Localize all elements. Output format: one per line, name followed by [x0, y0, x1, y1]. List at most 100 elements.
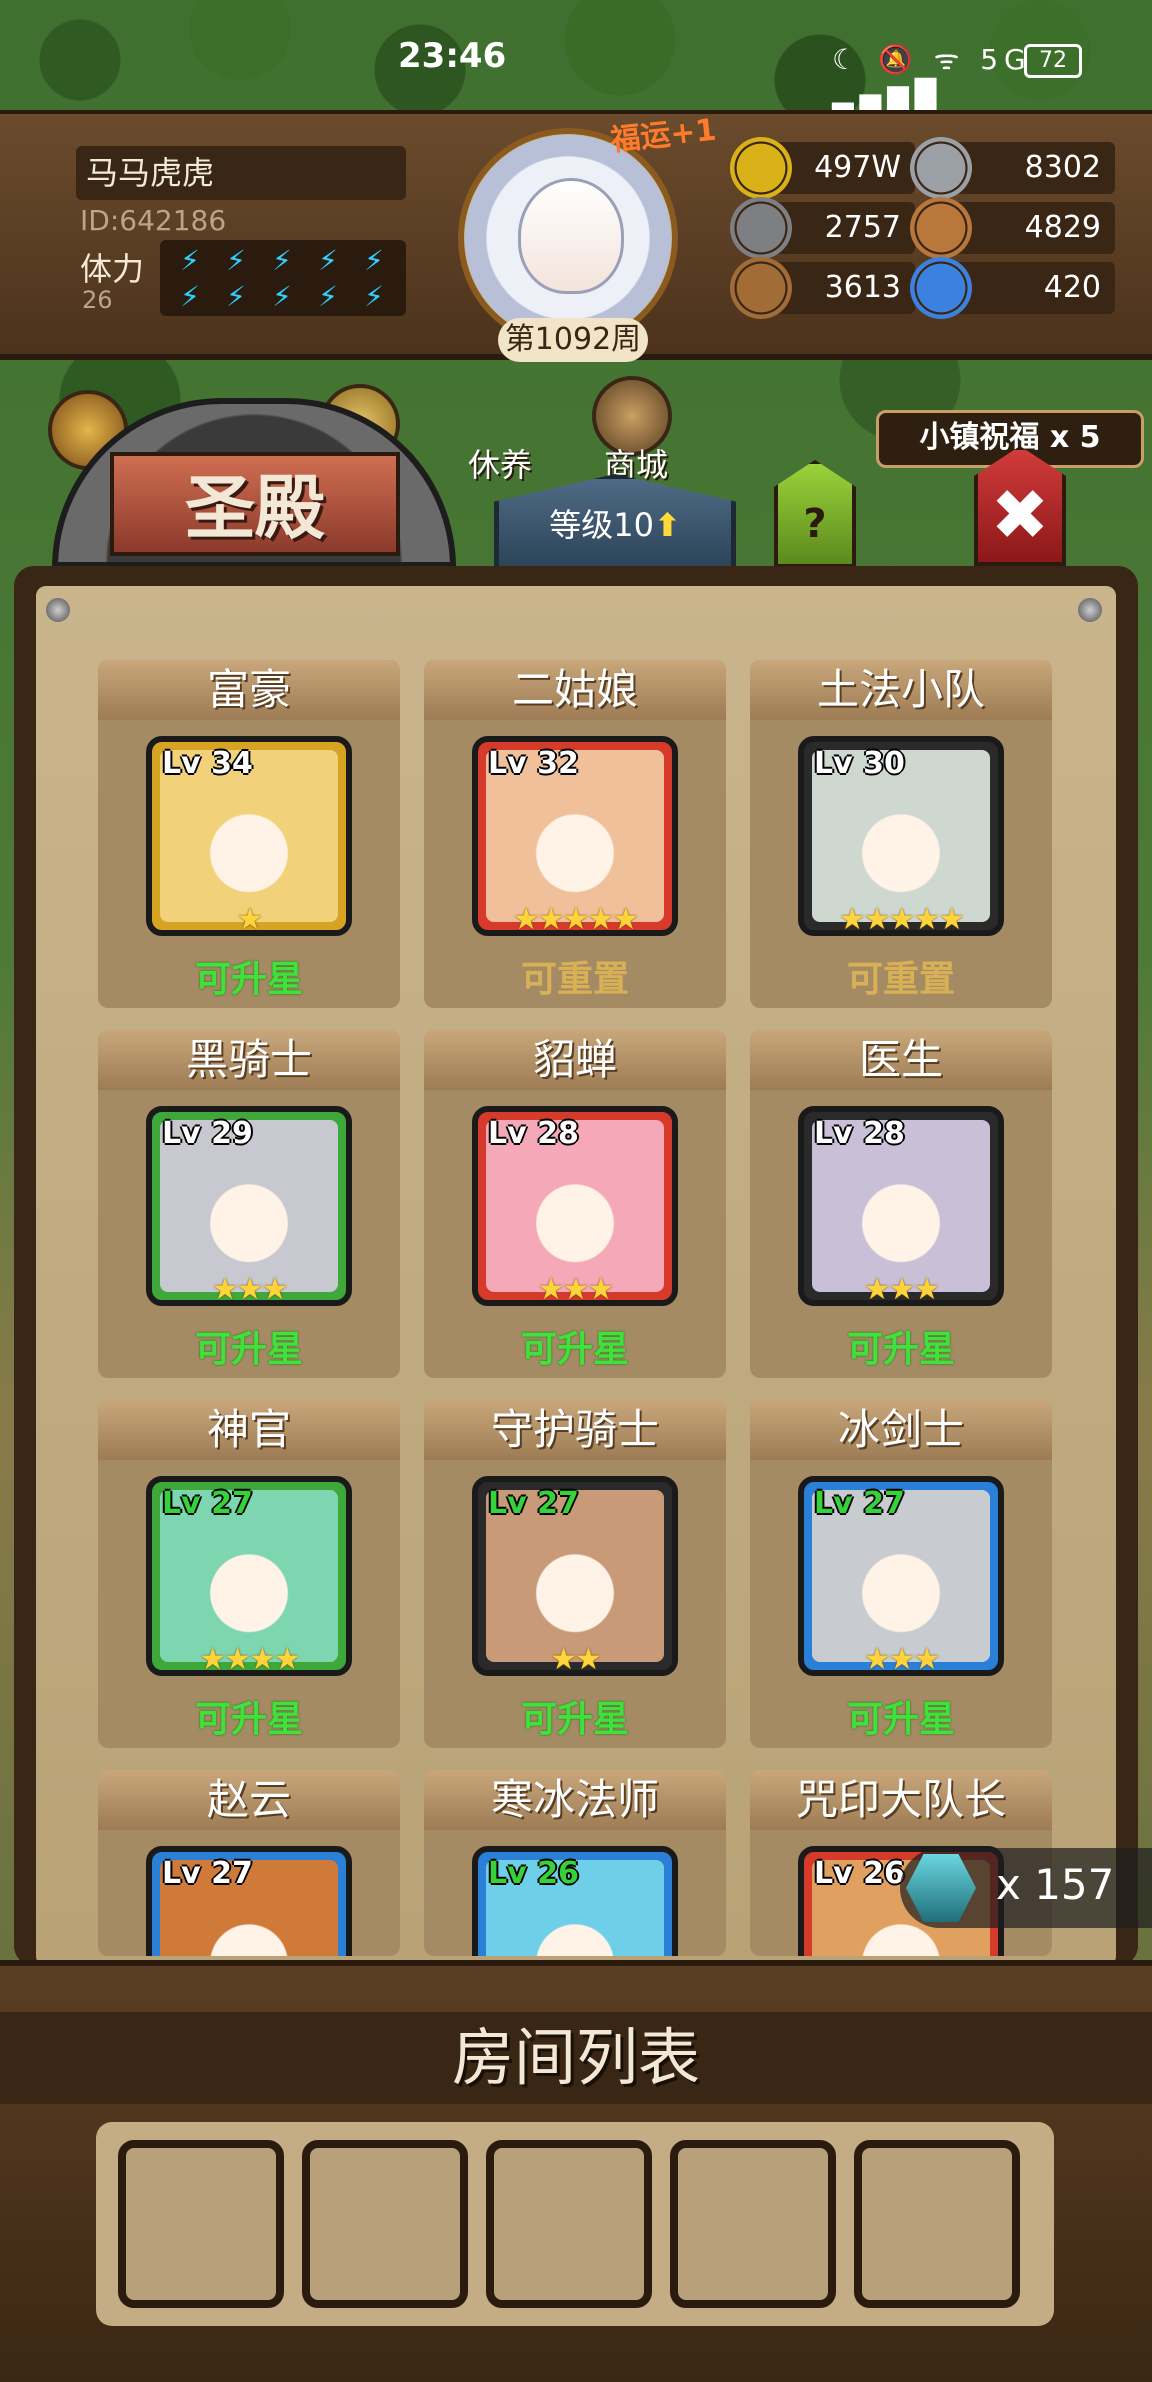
- hero-name: 神官: [98, 1400, 400, 1460]
- hero-status: 可升星: [194, 1329, 303, 1370]
- hero-stars: ★★: [550, 1642, 602, 1676]
- hero-name: 土法小队: [750, 660, 1052, 720]
- hero-stars: ★★★: [863, 1272, 941, 1306]
- hero-status: 可升星: [846, 1699, 955, 1740]
- hero-card[interactable]: 赵云 Lv 27: [98, 1770, 400, 1956]
- close-icon: ✖: [990, 474, 1050, 556]
- hero-card[interactable]: 神官 Lv 27 ★★★★ 可升星: [98, 1400, 400, 1748]
- stamina-bolt-icon: ⚡: [364, 280, 384, 313]
- hero-stars: ★★★★★: [512, 902, 639, 936]
- room-slot[interactable]: [670, 2140, 836, 2308]
- hero-portrait-frame[interactable]: Lv 27 ★★★★: [146, 1476, 352, 1676]
- iron-ingot-icon: [910, 137, 972, 199]
- hero-portrait-frame[interactable]: Lv 26: [472, 1846, 678, 1956]
- hero-stars: ★: [236, 902, 264, 936]
- hero-status: 可升星: [846, 1329, 955, 1370]
- hero-portrait-frame[interactable]: Lv 28 ★★★: [798, 1106, 1004, 1306]
- hero-card[interactable]: 富豪 Lv 34 ★ 可升星: [98, 660, 400, 1008]
- hero-name: 黑骑士: [98, 1030, 400, 1090]
- hero-name: 医生: [750, 1030, 1052, 1090]
- hero-stars: ★★★★★: [838, 902, 965, 936]
- level-label: 等级10: [549, 506, 654, 544]
- hero-card[interactable]: 土法小队 Lv 30 ★★★★★ 可重置: [750, 660, 1052, 1008]
- hero-level: Lv 27: [162, 1856, 253, 1891]
- gold-coin-icon: [730, 137, 792, 199]
- hero-card[interactable]: 貂蝉 Lv 28 ★★★ 可升星: [424, 1030, 726, 1378]
- hero-portrait-frame[interactable]: Lv 29 ★★★: [146, 1106, 352, 1306]
- hero-card[interactable]: 守护骑士 Lv 27 ★★ 可升星: [424, 1400, 726, 1748]
- leather-hide-icon: [910, 197, 972, 259]
- status-bar: 23:46 ☾ 🔕 ᯤ 5G ▂▄▆█ 72: [0, 0, 1152, 111]
- hero-level: Lv 34: [162, 746, 253, 781]
- hero-portrait-frame[interactable]: Lv 27 ★★★: [798, 1476, 1004, 1676]
- hero-level: Lv 27: [162, 1486, 253, 1521]
- hero-portrait-frame[interactable]: Lv 27: [146, 1846, 352, 1956]
- hero-status: 可升星: [520, 1699, 629, 1740]
- stamina-label: 体力: [80, 250, 145, 288]
- hero-stars: ★★★: [211, 1272, 289, 1306]
- system-icons: ☾ 🔕 ᯤ 5G ▂▄▆█: [832, 43, 1032, 111]
- hero-status: 可升星: [520, 1329, 629, 1370]
- battery-icon: 72: [1024, 44, 1082, 78]
- hero-name: 赵云: [98, 1770, 400, 1830]
- hero-name: 二姑娘: [424, 660, 726, 720]
- hero-level: Lv 32: [488, 746, 579, 781]
- hero-name: 貂蝉: [424, 1030, 726, 1090]
- hero-card[interactable]: 寒冰法师 Lv 26: [424, 1770, 726, 1956]
- hero-stars: ★★★: [537, 1272, 615, 1306]
- stamina-bolt-icon: ⚡: [272, 280, 292, 313]
- page-title: 圣殿: [110, 452, 400, 556]
- room-slot[interactable]: [854, 2140, 1020, 2308]
- stamina-value: 26: [82, 286, 113, 314]
- avatar: [518, 178, 624, 294]
- hero-status: 可重置: [520, 959, 629, 1000]
- hero-level: Lv 26: [488, 1856, 579, 1891]
- hero-level: Lv 26: [814, 1856, 905, 1891]
- player-name[interactable]: 马马虎虎: [76, 146, 406, 200]
- hero-portrait-frame[interactable]: Lv 30 ★★★★★: [798, 736, 1004, 936]
- room-slot[interactable]: [486, 2140, 652, 2308]
- stamina-bolt-icon: ⚡: [226, 280, 246, 313]
- hero-level: Lv 27: [814, 1486, 905, 1521]
- hero-level: Lv 27: [488, 1486, 579, 1521]
- stamina-bolt-icon: ⚡: [318, 244, 338, 277]
- hero-portrait-frame[interactable]: Lv 28 ★★★: [472, 1106, 678, 1306]
- hero-stars: ★★★★: [199, 1642, 301, 1676]
- gem-counter[interactable]: x 157: [900, 1848, 1152, 1928]
- rivet-icon: [1078, 598, 1102, 622]
- room-slot[interactable]: [118, 2140, 284, 2308]
- stamina-bolt-icon: ⚡: [180, 244, 200, 277]
- hero-level: Lv 28: [814, 1116, 905, 1151]
- stamina-bolt-icon: ⚡: [226, 244, 246, 277]
- hero-status: 可升星: [194, 959, 303, 1000]
- gem-count: x 157: [996, 1860, 1115, 1909]
- hero-name: 富豪: [98, 660, 400, 720]
- hero-status: 可重置: [846, 959, 955, 1000]
- hero-name: 咒印大队长: [750, 1770, 1052, 1830]
- room-list-title: 房间列表: [451, 2021, 700, 2094]
- hero-portrait-frame[interactable]: Lv 34 ★: [146, 736, 352, 936]
- hero-portrait-frame[interactable]: Lv 27 ★★: [472, 1476, 678, 1676]
- hero-portrait-frame[interactable]: Lv 32 ★★★★★: [472, 736, 678, 936]
- hero-level: Lv 28: [488, 1116, 579, 1151]
- player-id: ID:642186: [80, 204, 227, 237]
- hero-card[interactable]: 黑骑士 Lv 29 ★★★ 可升星: [98, 1030, 400, 1378]
- hero-level: Lv 30: [814, 746, 905, 781]
- room-slot[interactable]: [302, 2140, 468, 2308]
- hero-name: 冰剑士: [750, 1400, 1052, 1460]
- hero-name: 寒冰法师: [424, 1770, 726, 1830]
- hero-name: 守护骑士: [424, 1400, 726, 1460]
- stamina-bolt-icon: ⚡: [364, 244, 384, 277]
- hero-stars: ★★★: [863, 1642, 941, 1676]
- hero-card[interactable]: 医生 Lv 28 ★★★ 可升星: [750, 1030, 1052, 1378]
- hero-status: 可升星: [194, 1699, 303, 1740]
- gem-icon: [906, 1854, 976, 1922]
- room-list-panel: 房间列表: [0, 1960, 1152, 2382]
- hero-card[interactable]: 二姑娘 Lv 32 ★★★★★ 可重置: [424, 660, 726, 1008]
- room-slot-tray: [96, 2122, 1054, 2326]
- stamina-bar: ⚡ ⚡ ⚡ ⚡ ⚡ ⚡ ⚡ ⚡ ⚡ ⚡: [160, 240, 406, 316]
- crystal-icon: [910, 257, 972, 319]
- hero-card[interactable]: 冰剑士 Lv 27 ★★★ 可升星: [750, 1400, 1052, 1748]
- rest-label[interactable]: 休养: [468, 440, 532, 486]
- stone-ore-icon: [730, 197, 792, 259]
